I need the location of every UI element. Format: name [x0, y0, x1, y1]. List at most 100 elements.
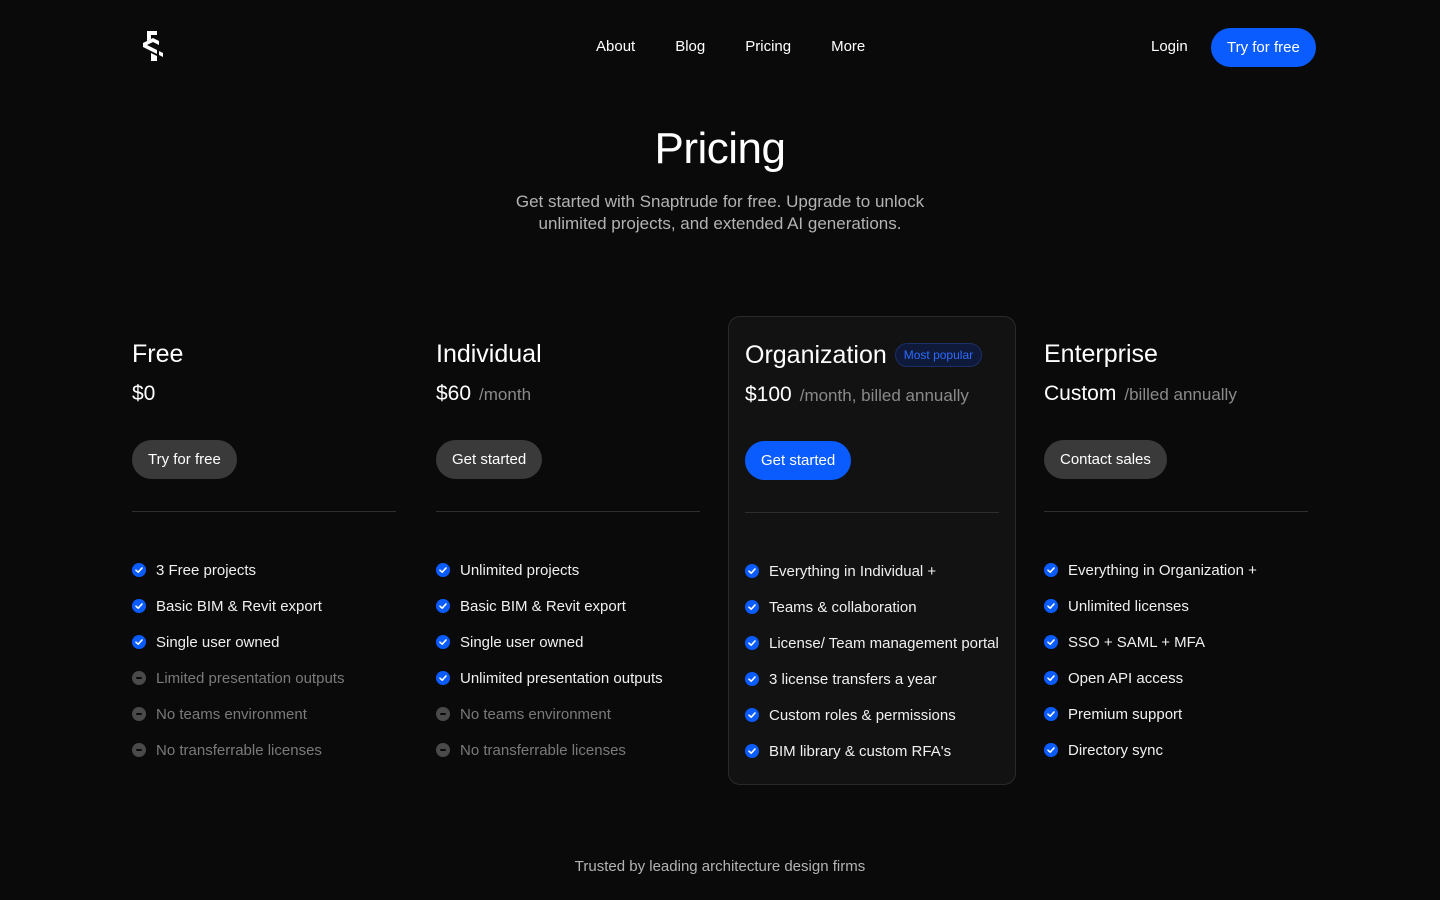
plan-price: $60: [436, 382, 472, 405]
get-started-button[interactable]: Get started: [436, 440, 543, 479]
check-icon: [132, 599, 146, 613]
feature-item: Unlimited projects: [436, 552, 700, 588]
minus-icon: [436, 707, 450, 721]
snaptrude-logo-icon[interactable]: [143, 31, 165, 61]
feature-item: Teams & collaboration: [745, 589, 999, 625]
feature-item: 3 license transfers a year: [745, 661, 999, 697]
feature-item: Unlimited presentation outputs: [436, 660, 700, 696]
check-icon: [745, 672, 759, 686]
feature-item: Everything in Individual +: [745, 553, 999, 589]
feature-item: Basic BIM & Revit export: [436, 588, 700, 624]
plan-price: $100: [745, 383, 792, 406]
feature-text: Basic BIM & Revit export: [460, 597, 626, 615]
price-row: $100 /month, billed annually: [745, 383, 999, 411]
nav-blog[interactable]: Blog: [675, 38, 705, 55]
check-icon: [1044, 635, 1058, 649]
feature-item: No transferrable licenses: [436, 732, 700, 768]
check-icon: [436, 599, 450, 613]
feature-item: Single user owned: [132, 624, 396, 660]
nav-about[interactable]: About: [596, 38, 635, 55]
top-header: About Blog Pricing More Login Try for fr…: [0, 0, 1440, 94]
check-icon: [745, 744, 759, 758]
plan-card-individual: Individual $60 /month Get started Unlimi…: [436, 316, 700, 768]
price-row: $0: [132, 382, 396, 410]
check-icon: [1044, 563, 1058, 577]
feature-text: Unlimited projects: [460, 561, 580, 579]
plan-period: /month: [479, 385, 532, 404]
feature-text: Teams & collaboration: [769, 598, 917, 616]
try-for-free-button[interactable]: Try for free: [1211, 28, 1316, 67]
minus-icon: [132, 671, 146, 685]
plan-name: Enterprise: [1044, 339, 1158, 368]
get-started-button[interactable]: Get started: [745, 441, 852, 480]
check-icon: [745, 564, 759, 578]
plan-card-free: Free $0 Try for free 3 Free projects Bas…: [132, 316, 396, 768]
plan-header: Individual: [436, 338, 700, 370]
feature-list: 3 Free projects Basic BIM & Revit export…: [132, 552, 396, 768]
feature-text: Everything in Organization +: [1068, 561, 1257, 579]
price-row: $60 /month: [436, 382, 700, 410]
feature-text: Directory sync: [1068, 741, 1164, 759]
feature-text: License/ Team management portal: [769, 634, 999, 652]
feature-item: Unlimited licenses: [1044, 588, 1308, 624]
feature-item: Limited presentation outputs: [132, 660, 396, 696]
plan-header: Organization Most popular: [745, 339, 999, 371]
plan-card-enterprise: Enterprise Custom /billed annually Conta…: [1044, 316, 1308, 768]
feature-list: Everything in Organization + Unlimited l…: [1044, 552, 1308, 768]
feature-item: Open API access: [1044, 660, 1308, 696]
feature-text: Open API access: [1068, 669, 1184, 687]
divider: [436, 511, 700, 512]
feature-item: Custom roles & permissions: [745, 697, 999, 733]
feature-text: Premium support: [1068, 705, 1183, 723]
login-link[interactable]: Login: [1151, 38, 1188, 55]
minus-icon: [436, 743, 450, 757]
contact-sales-button[interactable]: Contact sales: [1044, 440, 1167, 479]
minus-icon: [132, 743, 146, 757]
feature-item: License/ Team management portal: [745, 625, 999, 661]
plan-price: Custom: [1044, 382, 1117, 405]
feature-text: Everything in Individual +: [769, 562, 937, 580]
check-icon: [132, 563, 146, 577]
feature-list: Unlimited projects Basic BIM & Revit exp…: [436, 552, 700, 768]
divider: [132, 511, 396, 512]
nav-more[interactable]: More: [831, 38, 865, 55]
check-icon: [436, 635, 450, 649]
check-icon: [1044, 599, 1058, 613]
feature-item: Everything in Organization +: [1044, 552, 1308, 588]
check-icon: [1044, 743, 1058, 757]
plan-period: /billed annually: [1124, 385, 1237, 404]
feature-item: 3 Free projects: [132, 552, 396, 588]
check-icon: [745, 636, 759, 650]
plan-header: Free: [132, 338, 396, 370]
plan-name: Free: [132, 339, 184, 368]
check-icon: [436, 671, 450, 685]
feature-item: BIM library & custom RFA's: [745, 733, 999, 769]
divider: [745, 512, 999, 513]
feature-item: SSO + SAML + MFA: [1044, 624, 1308, 660]
plan-period: /month, billed annually: [799, 386, 969, 405]
feature-list: Everything in Individual + Teams & colla…: [745, 553, 999, 769]
check-icon: [1044, 707, 1058, 721]
feature-text: SSO + SAML + MFA: [1068, 633, 1205, 651]
plan-name: Individual: [436, 339, 542, 368]
check-icon: [745, 600, 759, 614]
most-popular-badge: Most popular: [894, 343, 983, 367]
feature-text: 3 license transfers a year: [769, 670, 937, 688]
feature-item: No teams environment: [132, 696, 396, 732]
main-nav: About Blog Pricing More: [596, 38, 865, 55]
plan-header: Enterprise: [1044, 338, 1308, 370]
feature-text: No teams environment: [460, 705, 611, 723]
feature-text: 3 Free projects: [156, 561, 257, 579]
feature-text: Single user owned: [156, 633, 280, 651]
feature-text: No transferrable licenses: [460, 741, 626, 759]
feature-item: Premium support: [1044, 696, 1308, 732]
try-for-free-plan-button[interactable]: Try for free: [132, 440, 237, 479]
divider: [1044, 511, 1308, 512]
plan-card-organization: Organization Most popular $100 /month, b…: [728, 316, 1016, 785]
feature-text: Unlimited licenses: [1068, 597, 1189, 615]
feature-text: Limited presentation outputs: [156, 669, 345, 687]
nav-pricing[interactable]: Pricing: [745, 38, 791, 55]
feature-item: No transferrable licenses: [132, 732, 396, 768]
check-icon: [745, 708, 759, 722]
check-icon: [436, 563, 450, 577]
